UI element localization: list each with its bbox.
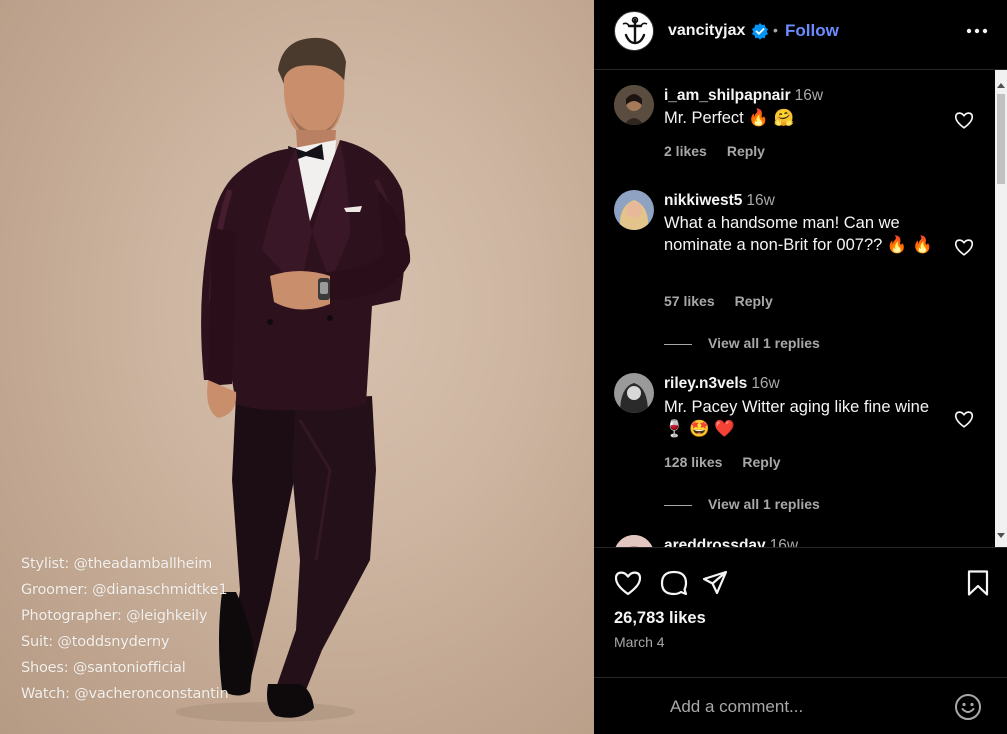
post-header: vancityjax • Follow [594, 0, 1007, 70]
view-replies-label: View all 1 replies [708, 335, 820, 351]
comment-input[interactable] [670, 695, 940, 719]
credit-watch: Watch: @vacheronconstantin [21, 686, 229, 702]
comment-timestamp: 16w [769, 537, 799, 547]
credit-groomer: Groomer: @dianaschmidtke1 [21, 582, 228, 598]
share-icon[interactable] [700, 568, 730, 598]
comments-list[interactable]: i_am_shilpapnair 16w Mr. Perfect 🔥 🤗 2 li… [594, 70, 1007, 547]
profile-photo-icon [614, 85, 654, 125]
post-image[interactable]: Stylist: @theadamballheim Groomer: @dian… [0, 0, 594, 734]
commenter-avatar[interactable] [614, 190, 654, 230]
comment-timestamp: 16w [751, 375, 780, 392]
commenter-username[interactable]: nikkiwest5 [664, 192, 742, 209]
heart-icon[interactable] [613, 568, 643, 598]
comment-text: Mr. Perfect 🔥 🤗 [664, 109, 795, 127]
credit-suit: Suit: @toddsnyderny [21, 634, 170, 650]
scrollbar-thumb[interactable] [997, 94, 1005, 184]
more-options-icon[interactable] [964, 20, 990, 42]
verified-badge-icon [752, 23, 768, 40]
commenter-avatar[interactable] [614, 373, 654, 413]
author-username[interactable]: vancityjax [668, 22, 745, 40]
heart-icon[interactable] [953, 109, 975, 131]
heart-icon[interactable] [953, 408, 975, 430]
emoji-icon[interactable] [953, 692, 983, 722]
comment-timestamp: 16w [794, 87, 824, 104]
commenter-username[interactable]: areddrossday [664, 537, 766, 547]
comment-likes[interactable]: 128 likes [664, 454, 722, 470]
likes-count[interactable]: 26,783 likes [614, 609, 706, 628]
comment-icon[interactable] [659, 568, 689, 598]
comment-text: What a handsome man! Can we nominate a n… [664, 214, 933, 254]
comment-timestamp: 16w [746, 192, 775, 209]
replies-divider [664, 343, 692, 345]
author-avatar[interactable] [614, 11, 654, 51]
follow-button[interactable]: Follow [785, 21, 839, 41]
bookmark-icon[interactable] [963, 568, 993, 598]
post-date: March 4 [614, 634, 665, 650]
scroll-down-arrow-icon[interactable] [997, 533, 1005, 538]
view-replies-button[interactable]: View all 1 replies [664, 496, 820, 512]
credit-shoes: Shoes: @santoniofficial [21, 660, 186, 676]
scroll-up-arrow-icon[interactable] [997, 83, 1005, 88]
add-comment-bar [594, 677, 1007, 734]
comment-likes[interactable]: 2 likes [664, 143, 707, 159]
commenter-username[interactable]: i_am_shilpapnair [664, 87, 791, 104]
profile-photo-icon [614, 190, 654, 230]
comment-likes[interactable]: 57 likes [664, 293, 715, 309]
reply-button[interactable]: Reply [727, 143, 765, 159]
reply-button[interactable]: Reply [742, 454, 780, 470]
post-sidebar: vancityjax • Follow i_am_shilpapnair 16w… [594, 0, 1007, 734]
commenter-avatar[interactable] [614, 535, 654, 547]
comments-scrollbar[interactable] [995, 70, 1007, 547]
replies-divider [664, 504, 692, 506]
image-credits: Stylist: @theadamballheim Groomer: @dian… [21, 551, 229, 707]
post-actions: 26,783 likes March 4 [594, 547, 1007, 677]
heart-icon[interactable] [953, 236, 975, 258]
credit-photographer: Photographer: @leighkeily [21, 608, 208, 624]
commenter-username[interactable]: riley.n3vels [664, 375, 747, 392]
separator-dot: • [773, 22, 778, 38]
commenter-avatar[interactable] [614, 85, 654, 125]
profile-photo-icon [614, 373, 654, 413]
view-replies-label: View all 1 replies [708, 496, 820, 512]
profile-photo-icon [614, 535, 654, 547]
reply-button[interactable]: Reply [735, 293, 773, 309]
view-replies-button[interactable]: View all 1 replies [664, 335, 820, 351]
credit-stylist: Stylist: @theadamballheim [21, 556, 213, 572]
comment-text: Mr. Pacey Witter aging like fine wine 🍷 … [664, 398, 930, 438]
anchor-logo-icon [617, 14, 653, 50]
